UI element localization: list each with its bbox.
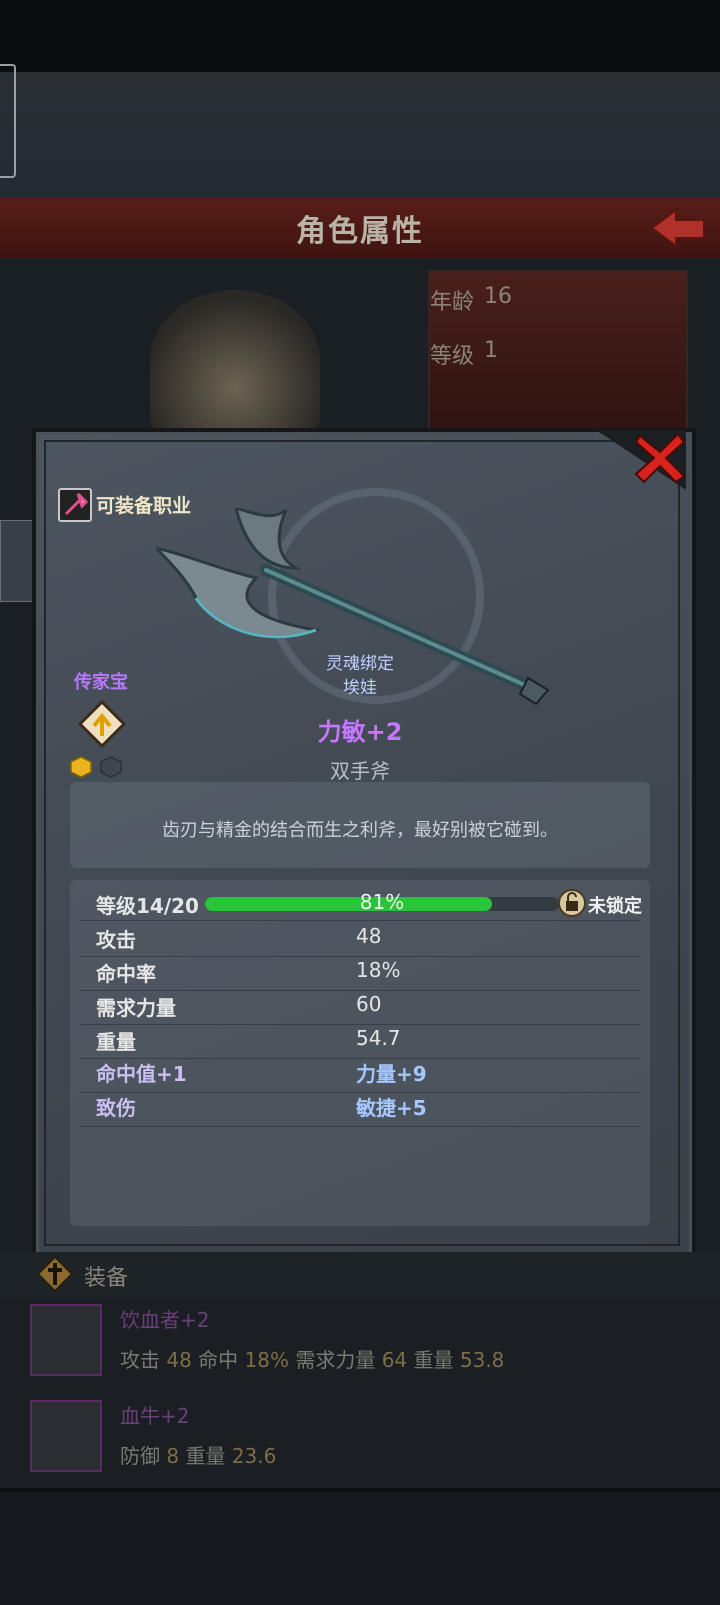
lock-icon[interactable] (558, 887, 586, 917)
item-description: 齿刃与精金的结合而生之利斧，最好别被它碰到。 (162, 820, 558, 841)
filled-gem-slot-icon (70, 756, 92, 778)
background-band (0, 72, 720, 198)
equipment-icon (36, 1255, 74, 1293)
stat-label: 重量 (96, 1030, 136, 1054)
affix-left: 命中值+1 (96, 1062, 187, 1086)
heirloom-icon[interactable] (78, 700, 126, 748)
soulbound-line-1: 灵魂绑定 (326, 654, 394, 674)
page-title: 角色属性 (296, 214, 424, 249)
level-label-bg: 等级 (430, 344, 475, 369)
rarity-label: 传家宝 (74, 672, 128, 693)
weapon-thumbnail[interactable] (30, 1304, 102, 1376)
armor-thumbnail[interactable] (30, 1400, 102, 1472)
weapon-type: 双手斧 (330, 759, 390, 783)
equipment-item-stats: 防御 8 重量 23.6 (120, 1444, 277, 1468)
affix-right: 敏捷+5 (356, 1096, 427, 1120)
stat-label: 命中率 (96, 962, 156, 986)
close-x-icon[interactable] (634, 432, 686, 484)
equipment-item[interactable] (0, 1396, 720, 1488)
stat-value: 54.7 (356, 1026, 401, 1050)
stat-value: 48 (356, 924, 382, 948)
character-portrait (150, 290, 320, 430)
axe-class-icon[interactable] (58, 488, 92, 522)
level-progress-text: 81% (359, 890, 405, 914)
soulbound-text: 灵魂绑定 埃娃 (300, 652, 420, 700)
stat-value: 18% (356, 958, 401, 982)
age-value: 16 (484, 284, 512, 309)
back-arrow-icon[interactable] (648, 206, 708, 250)
top-strip (0, 0, 720, 72)
age-label: 年龄 (430, 290, 475, 315)
item-level-label: 等级14/20 (96, 894, 199, 918)
equipment-item-stats: 攻击 48 命中 18% 需求力量 64 重量 53.8 (120, 1348, 505, 1372)
bottom-area (0, 1492, 720, 1605)
affix-right: 力量+9 (356, 1062, 427, 1086)
equipment-item-name: 饮血者+2 (120, 1308, 210, 1332)
empty-gem-slot-icon (100, 756, 122, 778)
equipment-item-name: 血牛+2 (120, 1404, 190, 1428)
side-frame (0, 64, 16, 178)
item-bonus: 力敏+2 (317, 718, 403, 746)
affix-left: 致伤 (96, 1096, 136, 1120)
stat-label: 攻击 (96, 928, 136, 952)
soulbound-owner: 埃娃 (343, 678, 377, 698)
stat-label: 需求力量 (96, 996, 176, 1020)
level-value-bg: 1 (484, 338, 498, 363)
equipment-title: 装备 (84, 1266, 129, 1291)
stat-value: 60 (356, 992, 382, 1016)
lock-status[interactable]: 未锁定 (588, 892, 642, 918)
side-tab[interactable] (0, 520, 34, 602)
